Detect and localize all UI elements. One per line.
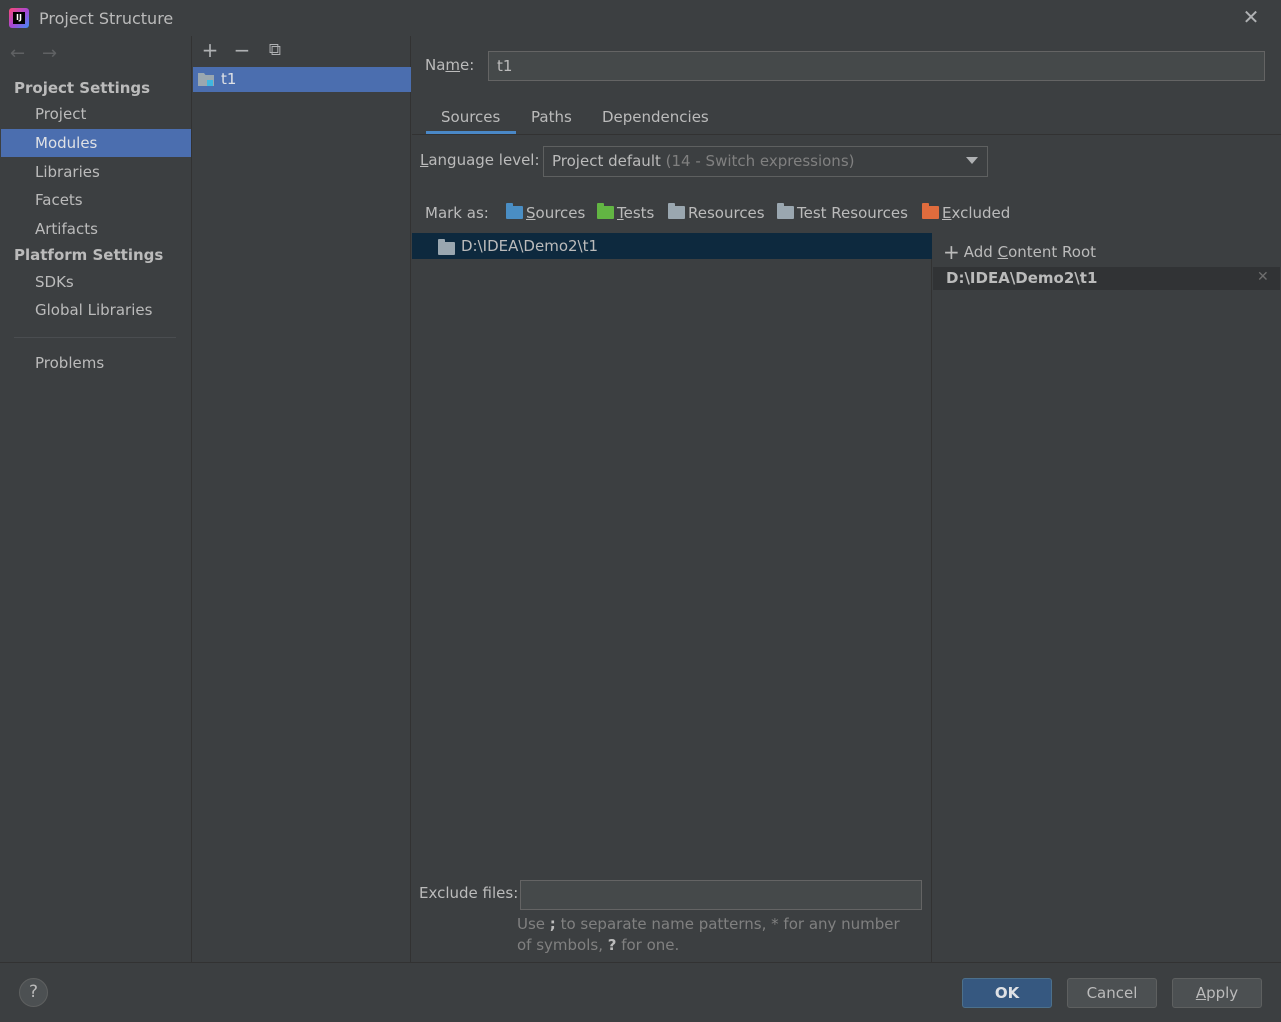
tab-sources[interactable]: Sources: [441, 108, 500, 126]
mark-as-label: Mark as:: [425, 204, 489, 222]
name-label: Name:: [425, 56, 474, 74]
mark-excluded-label: xcluded: [951, 204, 1011, 222]
mark-sources-mnemonic: S: [526, 204, 536, 222]
add-content-root-button[interactable]: + Add Content Root: [943, 240, 1096, 264]
active-tab-indicator: [426, 131, 516, 134]
plus-icon: +: [943, 240, 960, 264]
platform-settings-header: Platform Settings: [14, 246, 164, 264]
module-name-input[interactable]: t1: [488, 51, 1265, 81]
sidebar-item-project[interactable]: Project: [1, 100, 191, 128]
folder-icon: [438, 239, 455, 255]
mark-sources-button[interactable]: Sources: [506, 203, 586, 222]
help-button[interactable]: ?: [19, 978, 48, 1007]
hint-part-2: to separate name patterns, * for any num…: [517, 915, 900, 954]
test-resources-folder-icon: [777, 203, 794, 219]
sidebar-divider: [14, 337, 176, 338]
remove-content-root-icon[interactable]: ✕: [1257, 269, 1269, 285]
project-settings-header: Project Settings: [14, 79, 151, 97]
mark-resources-button[interactable]: Resources: [668, 203, 765, 222]
tab-paths[interactable]: Paths: [531, 108, 572, 126]
logo-text: IJ: [13, 12, 25, 24]
language-level-hint: (14 - Switch expressions): [665, 152, 855, 170]
close-icon[interactable]: ✕: [1240, 6, 1262, 28]
name-label-post: e:: [460, 56, 475, 74]
mark-tests-mnemonic: T: [617, 204, 624, 222]
add-content-root-mnemonic: C: [997, 243, 1009, 261]
cancel-button[interactable]: Cancel: [1067, 978, 1157, 1008]
tests-folder-icon: [597, 203, 614, 219]
sidebar-item-problems[interactable]: Problems: [1, 349, 191, 377]
tab-dependencies[interactable]: Dependencies: [602, 108, 709, 126]
exclude-files-input[interactable]: [520, 880, 922, 910]
add-content-root-post: ontent Root: [1008, 243, 1096, 261]
mark-tests-button[interactable]: Tests: [597, 203, 655, 222]
mark-test-resources-label: Test Resources: [797, 204, 908, 222]
sidebar-item-global-libraries[interactable]: Global Libraries: [1, 296, 191, 324]
remove-module-icon[interactable]: −: [231, 40, 253, 62]
name-label-mnemonic: m: [445, 56, 461, 74]
exclude-files-label: Exclude files:: [419, 884, 519, 902]
language-level-label: Language level:: [420, 151, 540, 169]
source-tree-panel: [412, 233, 932, 962]
sidebar-item-libraries[interactable]: Libraries: [1, 158, 191, 186]
mark-excluded-button[interactable]: Excluded: [922, 203, 1011, 222]
add-content-root-pre: Add: [963, 243, 998, 261]
copy-module-icon[interactable]: ⧉: [264, 40, 286, 62]
tree-root-row[interactable]: D:\IDEA\Demo2\t1: [412, 233, 932, 259]
intellij-logo-icon: IJ: [9, 8, 29, 28]
resources-folder-icon: [668, 203, 685, 219]
language-level-label-rest: anguage level:: [428, 151, 540, 169]
exclude-files-hint: Use ; to separate name patterns, * for a…: [517, 914, 917, 956]
module-item-t1[interactable]: t1: [193, 67, 411, 92]
excluded-folder-icon: [922, 203, 939, 219]
sidebar-item-artifacts[interactable]: Artifacts: [1, 215, 191, 243]
mark-tests-label: ests: [623, 204, 655, 222]
name-label-pre: Na: [425, 56, 446, 74]
add-module-icon[interactable]: +: [199, 40, 221, 62]
sidebar-item-facets[interactable]: Facets: [1, 186, 191, 214]
modules-list-panel: [193, 36, 411, 962]
forward-arrow-icon[interactable]: →: [42, 43, 57, 64]
chevron-down-icon[interactable]: [966, 157, 978, 164]
sidebar-item-modules[interactable]: Modules: [1, 129, 191, 157]
language-level-value: Project default: [552, 152, 661, 170]
window-title: Project Structure: [39, 9, 174, 28]
hint-part-3: for one.: [616, 936, 680, 954]
title-bar: [0, 0, 1281, 36]
mark-sources-label: ources: [535, 204, 586, 222]
apply-mnemonic: A: [1195, 984, 1207, 1002]
ok-button[interactable]: OK: [962, 978, 1052, 1008]
sources-folder-icon: [506, 203, 523, 219]
sidebar-item-sdks[interactable]: SDKs: [1, 268, 191, 296]
mark-test-resources-button[interactable]: Test Resources: [777, 203, 908, 222]
hint-part-1: Use: [517, 915, 550, 933]
mark-resources-label: Resources: [688, 204, 765, 222]
apply-button[interactable]: Apply: [1172, 978, 1262, 1008]
apply-label-rest: pply: [1206, 984, 1239, 1002]
content-root-row[interactable]: D:\IDEA\Demo2\t1: [933, 267, 1280, 290]
back-arrow-icon[interactable]: ←: [10, 43, 25, 64]
module-folder-icon: [198, 73, 214, 86]
language-level-select[interactable]: Project default (14 - Switch expressions…: [543, 146, 988, 177]
